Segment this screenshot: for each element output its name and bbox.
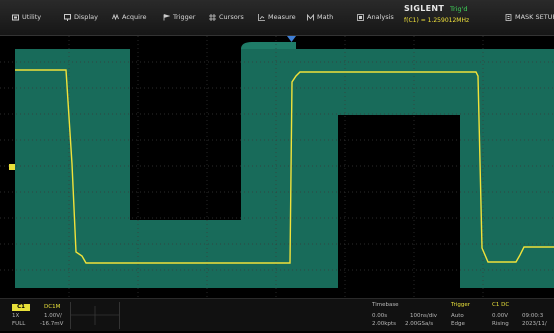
- menu-mask-setup[interactable]: MASK SETUP: [505, 13, 554, 21]
- cursors-icon: [209, 13, 216, 21]
- timebase-sample-rate: 2.00GSa/s: [405, 321, 434, 327]
- menu-display[interactable]: Display: [64, 13, 98, 21]
- menu-math-label: Math: [317, 13, 334, 21]
- persistence-envelope: [15, 49, 554, 288]
- menu-utility[interactable]: Utility: [12, 13, 41, 21]
- frequency-readout: f(C1) = 1.259012MHz: [404, 17, 470, 24]
- mask-icon: [505, 13, 512, 21]
- menu-measure[interactable]: Measure: [258, 13, 296, 21]
- display-icon: [64, 13, 71, 21]
- timebase-title[interactable]: Timebase: [372, 302, 399, 308]
- trigger-type: Edge: [451, 321, 465, 327]
- menu-analysis[interactable]: Analysis: [357, 13, 394, 21]
- menu-trigger-label: Trigger: [173, 13, 196, 21]
- trigger-status: Trig'd: [450, 5, 468, 13]
- trigger-mode: Auto: [451, 313, 464, 319]
- channel-1-probe: 1X: [12, 313, 20, 319]
- clock-date: 2023/11/: [522, 321, 547, 327]
- trigger-level: 0.00V: [492, 313, 509, 319]
- timebase-sample-length: 2.00kpts: [372, 321, 396, 327]
- analysis-icon: [357, 13, 364, 21]
- trigger-source: C1 DC: [492, 302, 510, 308]
- trigger-icon: [163, 13, 171, 21]
- brand-logo: SIGLENT: [404, 4, 445, 13]
- measure-icon: [258, 13, 265, 21]
- clock-time: 09:00:3: [522, 313, 544, 319]
- menu-display-label: Display: [74, 13, 98, 21]
- menu-acquire-label: Acquire: [122, 13, 147, 21]
- status-bar: C1 DC1M 1X 1.00V/ FULL -16.7mV Timebase …: [0, 298, 554, 331]
- channel-1-bandwidth: FULL: [12, 321, 26, 327]
- menu-measure-label: Measure: [268, 13, 296, 21]
- menu-utility-label: Utility: [22, 13, 42, 21]
- channel-1-coupling: DC1M: [44, 304, 61, 310]
- channel-1-level-marker[interactable]: [9, 164, 15, 170]
- trigger-title[interactable]: Trigger: [451, 302, 470, 308]
- mini-waveform-preview: [70, 302, 120, 329]
- trigger-slope: Rising: [492, 321, 509, 327]
- menu-math[interactable]: Math: [307, 13, 333, 21]
- math-icon: [307, 13, 314, 21]
- menu-trigger[interactable]: Trigger: [163, 13, 195, 21]
- timebase-scale: 100ns/div: [410, 313, 437, 319]
- channel-1-scale: 1.00V/: [44, 313, 62, 319]
- menu-cursors-label: Cursors: [219, 13, 244, 21]
- menu-acquire[interactable]: Acquire: [112, 13, 147, 21]
- brand-block: SIGLENT Trig'd f(C1) = 1.259012MHz: [404, 4, 494, 32]
- channel-1-offset: -16.7mV: [40, 321, 64, 327]
- waveform-display[interactable]: [0, 36, 554, 298]
- mask-cutout: [338, 115, 460, 288]
- channel-1-badge[interactable]: C1: [12, 304, 30, 311]
- trigger-position-marker: [287, 36, 296, 42]
- menu-analysis-label: Analysis: [367, 13, 394, 21]
- menu-cursors[interactable]: Cursors: [209, 13, 244, 21]
- menu-mask-setup-label: MASK SETUP: [515, 13, 554, 21]
- acquire-icon: [112, 13, 119, 21]
- menu-bar: Utility Display Acquire Trigger Cursors …: [0, 0, 554, 36]
- persistence-edge-top: [241, 42, 296, 49]
- timebase-delay: 0.00s: [372, 313, 388, 319]
- utility-icon: [12, 14, 19, 21]
